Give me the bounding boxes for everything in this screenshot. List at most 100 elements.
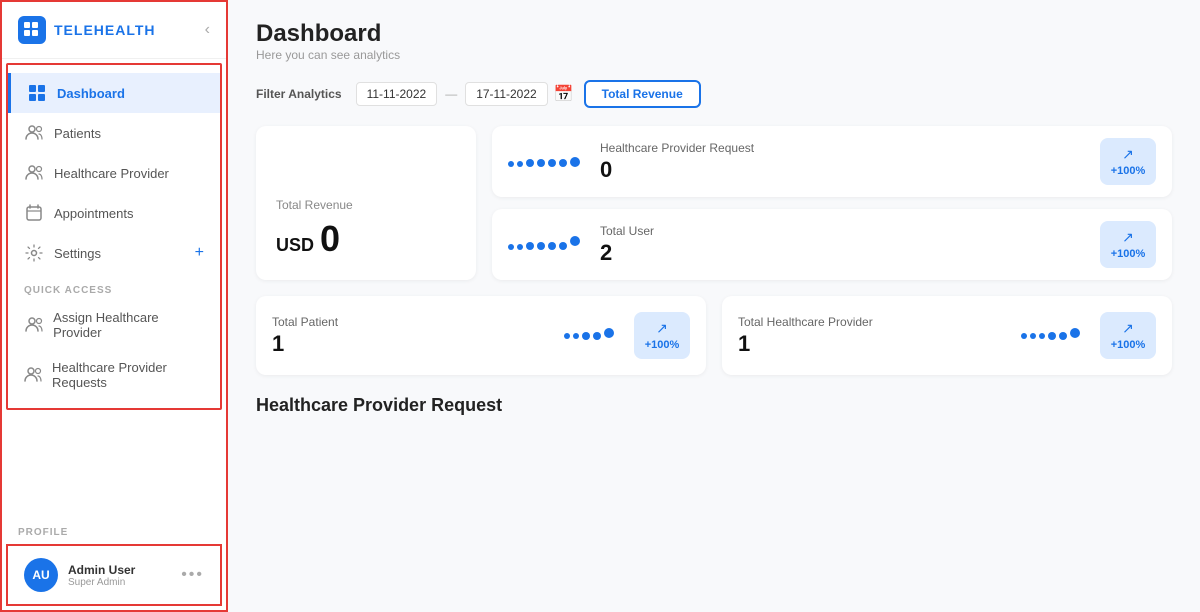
sidebar-item-patients[interactable]: Patients [8, 113, 220, 153]
total-hp-card: Total Healthcare Provider 1 ↗ +100% [722, 296, 1172, 375]
hp-request-pct: +100% [1111, 165, 1146, 177]
healthcare-provider-label: Healthcare Provider [54, 166, 169, 181]
hp-requests-icon [24, 365, 42, 385]
chart-dot [1070, 328, 1080, 338]
sidebar-item-hp-requests[interactable]: Healthcare Provider Requests [8, 350, 220, 400]
healthcare-provider-icon [24, 163, 44, 183]
calendar-icon[interactable]: 📅 [554, 84, 574, 104]
total-hp-info: Total Healthcare Provider 1 [738, 315, 1009, 357]
stats-right: Healthcare Provider Request 0 ↗ +100% [492, 126, 1172, 280]
total-hp-value: 1 [738, 331, 1009, 357]
total-user-trend: ↗ +100% [1100, 221, 1156, 268]
patients-label: Patients [54, 126, 101, 141]
total-hp-trend: ↗ +100% [1100, 312, 1156, 359]
chart-dot [1021, 333, 1027, 339]
avatar: AU [24, 558, 58, 592]
sidebar-item-healthcare-provider[interactable]: Healthcare Provider [8, 153, 220, 193]
hp-request-info: Healthcare Provider Request 0 [600, 141, 1088, 183]
settings-icon [24, 243, 44, 263]
sidebar-item-appointments[interactable]: Appointments [8, 193, 220, 233]
hp-request-value: 0 [600, 157, 1088, 183]
chart-dot [559, 242, 567, 250]
stats-bottom: Total Patient 1 ↗ +100% Total Healthcare… [256, 296, 1172, 375]
date-end[interactable]: 17-11-2022 [465, 82, 548, 106]
settings-label: Settings [54, 246, 101, 261]
sidebar-logo: TELEHEALTH ‹ [2, 2, 226, 59]
total-patient-trend: ↗ +100% [634, 312, 690, 359]
total-user-label: Total User [600, 224, 1088, 238]
hp-request-card: Healthcare Provider Request 0 ↗ +100% [492, 126, 1172, 197]
chart-dot [548, 159, 556, 167]
logo-text: TELEHEALTH [54, 22, 156, 38]
main-content: Dashboard Here you can see analytics Fil… [228, 0, 1200, 612]
chart-dot [1048, 332, 1056, 340]
filter-label: Filter Analytics [256, 87, 342, 101]
total-user-pct: +100% [1111, 248, 1146, 260]
profile-menu-dots[interactable]: ••• [181, 566, 204, 584]
chart-dot [573, 333, 579, 339]
settings-plus-icon[interactable]: + [195, 244, 204, 262]
chart-dot [548, 242, 556, 250]
total-hp-pct: +100% [1111, 339, 1146, 351]
assign-hp-icon [24, 315, 43, 335]
total-revenue-button[interactable]: Total Revenue [584, 80, 701, 108]
total-user-value: 2 [600, 240, 1088, 266]
chart-dot [526, 242, 534, 250]
total-patient-label: Total Patient [272, 315, 552, 329]
page-subtitle: Here you can see analytics [256, 48, 1172, 62]
total-revenue-prefix: USD [276, 235, 314, 256]
total-revenue-value: 0 [320, 218, 340, 260]
chart-dot [570, 157, 580, 167]
page-title: Dashboard [256, 20, 1172, 48]
chart-dot [1059, 332, 1067, 340]
total-patient-card: Total Patient 1 ↗ +100% [256, 296, 706, 375]
sidebar-item-settings[interactable]: Settings + [8, 233, 220, 273]
trend-up-icon: ↗ [1122, 229, 1134, 246]
chart-dot [564, 333, 570, 339]
profile-section-label: PROFILE [2, 519, 226, 540]
hp-request-trend: ↗ +100% [1100, 138, 1156, 185]
date-range: 11-11-2022 — 17-11-2022 📅 [356, 82, 574, 106]
sidebar-item-dashboard[interactable]: Dashboard [8, 73, 220, 113]
total-hp-chart [1021, 331, 1080, 341]
logo-icon [18, 16, 46, 44]
total-user-card: Total User 2 ↗ +100% [492, 209, 1172, 280]
trend-up-icon: ↗ [1122, 320, 1134, 337]
sidebar-item-assign-hp[interactable]: Assign Healthcare Provider [8, 300, 220, 350]
total-patient-chart [564, 331, 614, 341]
trend-up-icon: ↗ [656, 320, 668, 337]
chart-dot [582, 332, 590, 340]
stats-top: Total Revenue USD 0 Health [256, 126, 1172, 280]
trend-up-icon: ↗ [1122, 146, 1134, 163]
sidebar-nav: Dashboard Patients [8, 65, 220, 408]
hp-request-chart [508, 157, 580, 167]
chart-dot [570, 236, 580, 246]
filter-row: Filter Analytics 11-11-2022 — 17-11-2022… [256, 80, 1172, 108]
chart-dot [1030, 333, 1036, 339]
total-patient-info: Total Patient 1 [272, 315, 552, 357]
chart-dot [526, 159, 534, 167]
dashboard-icon [27, 83, 47, 103]
chart-dot [517, 161, 523, 167]
total-patient-pct: +100% [645, 339, 680, 351]
appointments-icon [24, 203, 44, 223]
total-hp-label: Total Healthcare Provider [738, 315, 1009, 329]
profile-name: Admin User [68, 563, 171, 577]
hp-request-label: Healthcare Provider Request [600, 141, 1088, 155]
chart-dot [537, 159, 545, 167]
chart-dot [604, 328, 614, 338]
total-user-chart [508, 240, 580, 250]
hp-requests-label: Healthcare Provider Requests [52, 360, 204, 390]
date-start[interactable]: 11-11-2022 [356, 82, 438, 106]
chart-dot [508, 244, 514, 250]
assign-hp-label: Assign Healthcare Provider [53, 310, 204, 340]
chart-dot [559, 159, 567, 167]
sidebar: TELEHEALTH ‹ Dashboard [0, 0, 228, 612]
chart-dot [1039, 333, 1045, 339]
profile-role: Super Admin [68, 577, 171, 588]
total-revenue-label: Total Revenue [276, 198, 456, 212]
collapse-icon[interactable]: ‹ [205, 21, 210, 39]
chart-dot [517, 244, 523, 250]
patients-icon [24, 123, 44, 143]
chart-dot [508, 161, 514, 167]
